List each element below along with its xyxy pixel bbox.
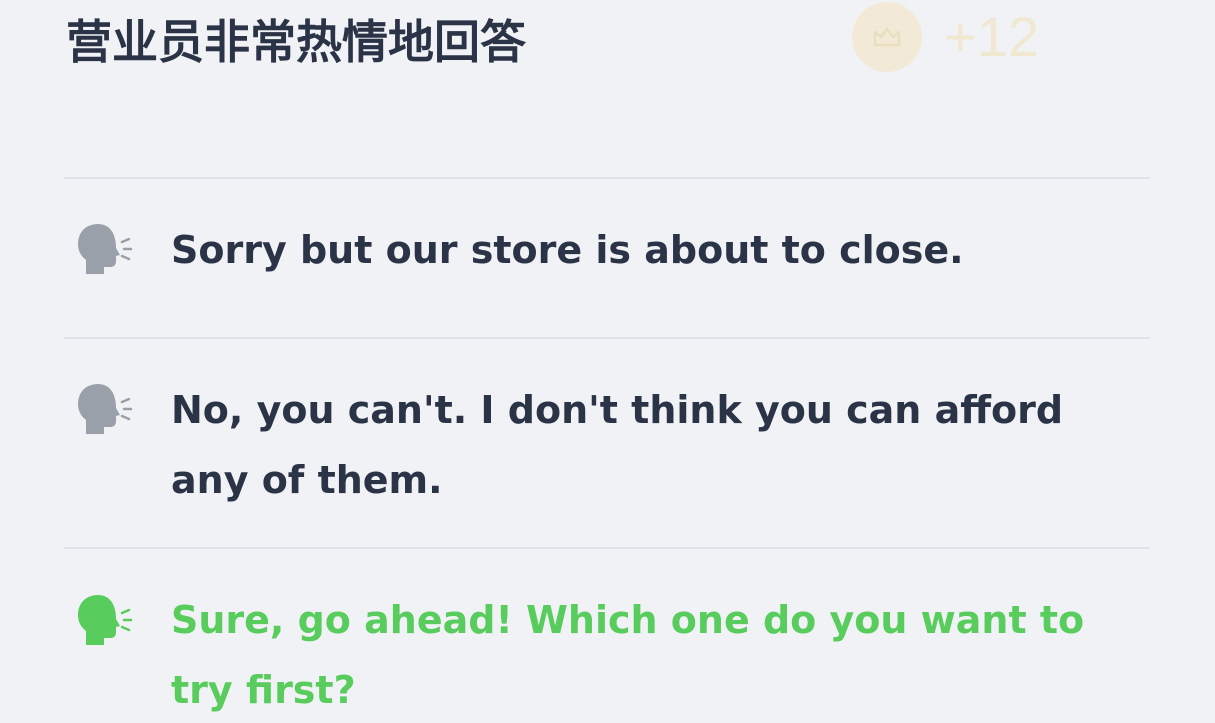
speaking-head-icon xyxy=(78,595,133,645)
answer-option-text: Sorry but our store is about to close. xyxy=(171,228,964,272)
answer-option-2[interactable]: No, you can't. I don't think you can aff… xyxy=(64,339,1150,547)
question-title: 营业员非常热情地回答 xyxy=(66,15,526,69)
answer-option-text: Sure, go ahead! Which one do you want to… xyxy=(171,598,1085,712)
answer-option-1[interactable]: Sorry but our store is about to close. xyxy=(64,179,1150,337)
question-screen: 营业员非常热情地回答 +12 Sorry but our store is ab… xyxy=(0,0,1215,723)
speaking-head-icon xyxy=(78,384,133,434)
reward-indicator: +12 xyxy=(852,2,1039,72)
answer-option-3-correct[interactable]: Sure, go ahead! Which one do you want to… xyxy=(64,549,1150,723)
answer-option-text: No, you can't. I don't think you can aff… xyxy=(171,388,1064,502)
crown-coin-icon xyxy=(852,2,922,72)
reward-points: +12 xyxy=(944,5,1039,68)
speaking-head-icon xyxy=(78,224,133,274)
